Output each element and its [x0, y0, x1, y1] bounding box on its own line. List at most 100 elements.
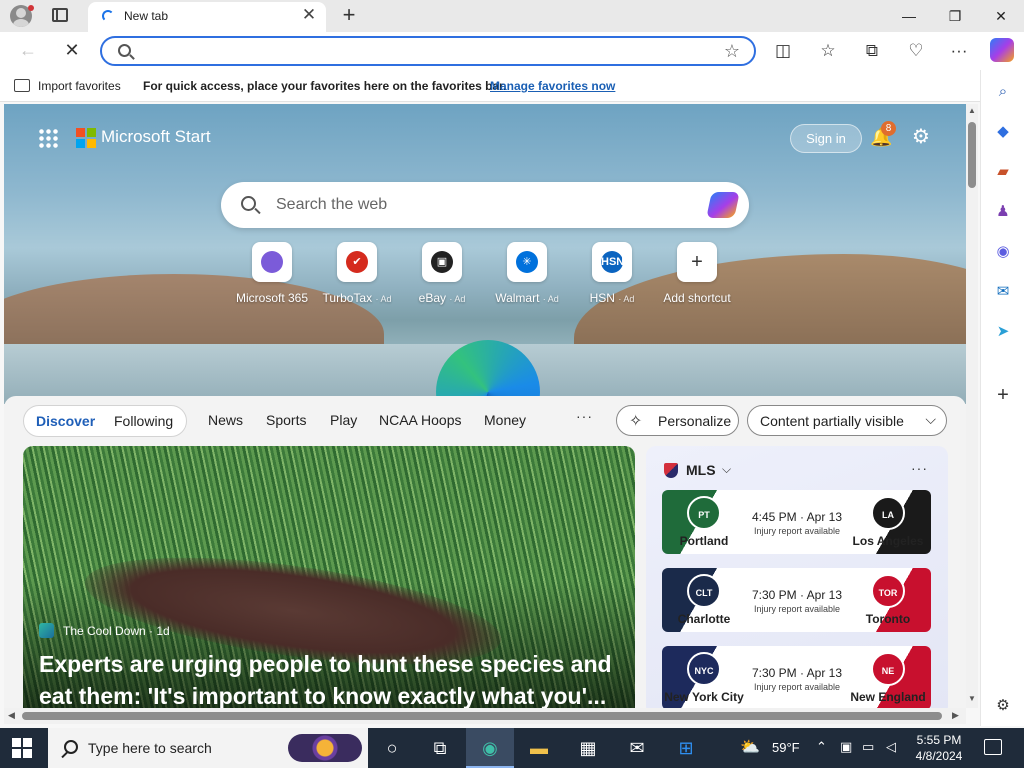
nav-money[interactable]: Money [484, 412, 526, 428]
address-bar[interactable]: ☆ [100, 36, 756, 66]
home-team-crest-icon: NYC [687, 652, 721, 686]
tab-following[interactable]: Following [114, 413, 173, 429]
sign-in-button[interactable]: Sign in [790, 124, 862, 153]
collections-icon[interactable]: ⧉ [859, 38, 885, 64]
browser-essentials-icon[interactable]: ♡ [903, 38, 929, 64]
mls-more-options-icon[interactable]: ··· [911, 460, 928, 476]
page-settings-icon[interactable]: ⚙ [910, 126, 932, 148]
split-screen-icon[interactable]: ◫ [770, 38, 796, 64]
tab-close-icon[interactable]: ✕ [300, 6, 318, 24]
search-icon [64, 740, 78, 754]
volume-muted-icon[interactable]: ◁ [886, 739, 896, 755]
settings-more-icon[interactable]: ··· [946, 38, 972, 64]
shortcut-tile[interactable]: Microsoft 365 [226, 242, 316, 306]
shortcut-tile[interactable]: ▣ eBay · Ad [396, 242, 486, 306]
title-bar: New tab ✕ + — ❐ ✕ [0, 0, 1024, 32]
scroll-right-arrow-icon[interactable]: ▶ [952, 710, 959, 721]
sidebar-tools-icon[interactable]: ▰ [993, 162, 1013, 182]
sidebar-settings-icon[interactable]: ⚙ [993, 696, 1013, 716]
favorites-icon[interactable]: ☆ [815, 38, 841, 64]
chevron-down-icon[interactable]: ⌵ [722, 462, 731, 477]
vertical-scrollbar[interactable]: ▲ ▼ [966, 104, 978, 708]
mls-title[interactable]: MLS [686, 462, 716, 478]
nav-play[interactable]: Play [330, 412, 357, 428]
copilot-search-icon[interactable] [706, 192, 740, 218]
mls-game-card[interactable]: NYC New York City 7:30 PM · Apr 13 Injury r… [662, 646, 931, 708]
system-clock[interactable]: 5:55 PM 4/8/2024 [912, 732, 966, 764]
nav-news[interactable]: News [208, 412, 243, 428]
brand-title[interactable]: Microsoft Start [101, 127, 211, 147]
ad-badge: · Ad [542, 294, 559, 304]
cortana-icon[interactable]: ○ [368, 728, 416, 768]
featured-article-card[interactable]: The Cool Down · 1d Experts are urging pe… [23, 446, 635, 708]
task-view-icon[interactable]: ⧉ [416, 728, 464, 768]
network-icon[interactable]: ▭ [862, 739, 874, 755]
horizontal-scroll-thumb[interactable] [22, 712, 942, 720]
mls-scores-card: MLS ⌵ ··· PT Portland 4:45 PM · Apr 13 Inju… [646, 446, 948, 708]
action-center-icon[interactable] [984, 739, 1002, 755]
sidebar-games-icon[interactable]: ♟ [993, 202, 1013, 222]
search-icon [118, 44, 131, 57]
game-time: 7:30 PM · Apr 13 [751, 588, 843, 602]
mls-game-card[interactable]: PT Portland 4:45 PM · Apr 13 Injury report … [662, 490, 931, 554]
scroll-left-arrow-icon[interactable]: ◀ [8, 710, 15, 721]
file-explorer-icon[interactable]: ▬ [515, 728, 563, 768]
nav-sports[interactable]: Sports [266, 412, 306, 428]
add-favorite-icon[interactable]: ☆ [724, 39, 740, 63]
sidebar-shopping-icon[interactable]: ◆ [993, 122, 1013, 142]
nav-ncaa-hoops[interactable]: NCAA Hoops [379, 412, 461, 428]
show-hidden-icons-icon[interactable]: ⌃ [816, 739, 827, 755]
tab-actions-icon[interactable] [52, 8, 68, 22]
weather-icon[interactable]: ⛅ [740, 737, 760, 757]
meet-now-icon[interactable]: ▣ [840, 739, 852, 755]
import-favorites-icon[interactable] [14, 79, 30, 92]
sidebar-search-icon[interactable]: ⌕ [993, 82, 1013, 102]
article-source: The Cool Down · 1d [63, 624, 170, 638]
back-button[interactable]: ← [16, 38, 40, 62]
apps-launcher-icon[interactable] [38, 128, 58, 148]
shortcut-tile[interactable]: HSN HSN · Ad [566, 242, 656, 306]
microsoft-store-icon[interactable]: ▦ [564, 728, 612, 768]
windows-start-icon[interactable] [12, 738, 32, 758]
windows-app-icon[interactable]: ⊞ [662, 728, 710, 768]
sidebar-outlook-icon[interactable]: ✉ [993, 282, 1013, 302]
mail-icon[interactable]: ✉ [613, 728, 661, 768]
sidebar-drop-icon[interactable]: ➤ [993, 322, 1013, 342]
taskbar-search-box[interactable]: Type here to search [48, 728, 368, 768]
weather-temperature[interactable]: 59°F [772, 740, 800, 755]
address-input[interactable] [142, 41, 712, 61]
article-headline[interactable]: Experts are urging people to hunt these … [39, 648, 629, 708]
shortcut-icon-tile: ✔ [337, 242, 377, 282]
sidebar-microsoft-365-icon[interactable]: ◉ [993, 242, 1013, 262]
scroll-down-arrow-icon[interactable]: ▼ [967, 694, 977, 703]
restore-button[interactable]: ❐ [932, 0, 978, 32]
mls-game-card[interactable]: CLT Charlotte 7:30 PM · Apr 13 Injury repor… [662, 568, 931, 632]
edge-taskbar-icon[interactable]: ◉ [466, 728, 514, 768]
shortcut-glyph-icon: + [686, 251, 708, 273]
add-sidebar-app-icon[interactable]: + [993, 385, 1013, 405]
manage-favorites-link[interactable]: Manage favorites now [490, 79, 615, 93]
minimize-button[interactable]: — [886, 0, 932, 32]
shortcut-tile[interactable]: ✔ TurboTax · Ad [311, 242, 401, 306]
personalize-button[interactable]: ✧ Personalize [616, 405, 739, 436]
shortcut-tile[interactable]: ✳ Walmart · Ad [481, 242, 571, 306]
tab-new-tab[interactable]: New tab ✕ [88, 2, 326, 32]
shortcut-icon-tile [252, 242, 292, 282]
copilot-icon[interactable] [990, 38, 1014, 62]
shortcut-tile[interactable]: + Add shortcut [651, 242, 741, 306]
more-categories-icon[interactable]: ··· [576, 408, 593, 424]
web-search-box[interactable] [221, 182, 749, 228]
close-window-button[interactable]: ✕ [978, 0, 1024, 32]
home-team-name: New York City [664, 690, 744, 704]
import-favorites-button[interactable]: Import favorites [38, 79, 121, 93]
web-search-input[interactable] [276, 195, 676, 215]
stop-loading-button[interactable]: ✕ [60, 38, 84, 62]
scroll-up-arrow-icon[interactable]: ▲ [967, 106, 977, 115]
horizontal-scrollbar[interactable]: ◀ ▶ [4, 708, 966, 724]
vertical-scroll-thumb[interactable] [968, 122, 976, 188]
away-team-crest-icon: TOR [871, 574, 905, 608]
mls-logo-icon [664, 463, 678, 478]
content-visibility-dropdown[interactable]: Content partially visible ⌵ [747, 405, 947, 436]
new-tab-button[interactable]: + [338, 2, 360, 28]
tab-discover[interactable]: Discover [36, 413, 95, 429]
